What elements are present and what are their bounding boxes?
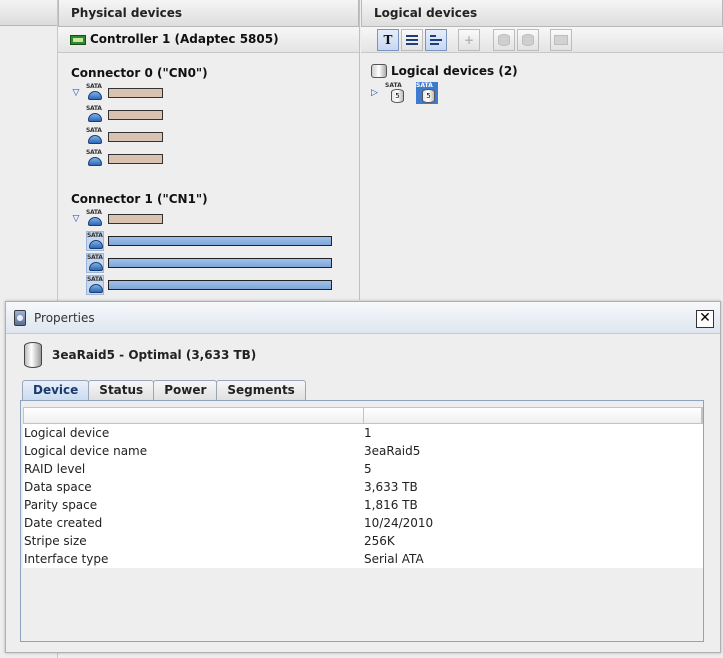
text-view-button[interactable]: T <box>377 29 399 51</box>
delete-logical-device-button[interactable] <box>493 29 515 51</box>
disk-delete-icon <box>498 34 510 46</box>
expand-triangle-icon[interactable]: ▷ <box>371 88 378 98</box>
free-segment-bar[interactable] <box>108 88 163 98</box>
used-segment-bar[interactable] <box>108 280 332 290</box>
segment-view-icon <box>430 35 442 45</box>
free-segment-bar[interactable] <box>108 110 163 120</box>
sata-disk-icon: SATA <box>86 275 104 295</box>
controller-icon <box>70 34 86 45</box>
plus-icon: + <box>463 33 475 47</box>
sata-disk-icon: SATA <box>86 231 104 251</box>
modify-logical-device-button[interactable] <box>517 29 539 51</box>
logical-devices-header: Logical devices <box>361 0 723 27</box>
tab-bar: Device Status Power Segments <box>22 380 306 401</box>
controller-row[interactable]: Controller 1 (Adaptec 5805) <box>58 27 359 53</box>
disk-row[interactable]: SATA <box>86 252 332 274</box>
table-header <box>23 407 703 424</box>
sata-disk-icon: SATA <box>86 105 104 125</box>
device-tab-panel: Logical device 1 Logical device name 3eaRa… <box>20 400 704 642</box>
collapse-triangle-icon[interactable]: ▽ <box>71 88 81 98</box>
controller-label: Controller 1 (Adaptec 5805) <box>90 32 279 46</box>
used-segment-bar[interactable] <box>108 258 332 268</box>
sata-disk-icon: SATA <box>86 209 104 229</box>
disk-modify-icon <box>522 34 534 46</box>
left-panel-header <box>0 0 57 26</box>
free-segment-bar[interactable] <box>108 154 163 164</box>
table-row: Logical device 1 <box>23 424 703 442</box>
table-row: Logical device name 3eaRaid5 <box>23 442 703 460</box>
physical-devices-header: Physical devices <box>58 0 359 27</box>
sata-disk-icon: SATA <box>86 253 104 273</box>
create-logical-device-button[interactable]: + <box>458 29 480 51</box>
logical-devices-group-icon <box>371 64 387 78</box>
column-header-value[interactable] <box>364 408 702 423</box>
column-header-property[interactable] <box>24 408 364 423</box>
table-row: Stripe size 256K <box>23 532 703 550</box>
dialog-titlebar[interactable]: Properties <box>6 302 720 334</box>
disk-row[interactable]: SATA <box>86 230 332 252</box>
connector-0-title: Connector 0 ("CN0") <box>71 66 208 80</box>
table-row: Parity space 1,816 TB <box>23 496 703 514</box>
free-segment-bar[interactable] <box>108 132 163 142</box>
tab-status[interactable]: Status <box>88 380 155 400</box>
dialog-title: Properties <box>34 310 95 325</box>
sata-disk-icon: SATA <box>86 149 104 169</box>
collapse-triangle-icon[interactable]: ▽ <box>71 214 81 224</box>
logical-device-icon[interactable]: SATA 5 <box>385 82 407 104</box>
logical-devices-tree-title[interactable]: Logical devices (2) <box>371 64 518 78</box>
properties-icon <box>12 309 28 326</box>
spare-button[interactable] <box>550 29 572 51</box>
disk-row[interactable]: SATA <box>86 148 163 170</box>
table-row: Interface type Serial ATA <box>23 550 703 568</box>
spare-icon <box>554 35 568 45</box>
disk-row[interactable]: SATA <box>86 104 163 126</box>
properties-dialog: Properties ✕ 3eaRaid5 - Optimal (3,633 T… <box>5 301 721 653</box>
disk-row[interactable]: ▽ SATA <box>71 208 163 230</box>
sata-disk-icon: SATA <box>86 83 104 103</box>
disk-row[interactable]: SATA <box>86 126 163 148</box>
properties-table: Logical device 1 Logical device name 3eaRa… <box>23 407 703 568</box>
used-segment-bar[interactable] <box>108 236 332 246</box>
device-heading: 3eaRaid5 - Optimal (3,633 TB) <box>24 342 256 368</box>
disk-row[interactable]: ▽ SATA <box>71 82 163 104</box>
device-heading-text: 3eaRaid5 - Optimal (3,633 TB) <box>52 348 257 362</box>
connector-1-title: Connector 1 ("CN1") <box>71 192 208 206</box>
tab-device[interactable]: Device <box>22 380 90 401</box>
disk-row[interactable]: SATA <box>86 274 332 296</box>
list-view-button[interactable] <box>401 29 423 51</box>
logical-device-icon-selected[interactable]: SATA 5 <box>416 82 438 104</box>
sata-disk-icon: SATA <box>86 127 104 147</box>
segment-view-button[interactable] <box>425 29 447 51</box>
list-view-icon <box>406 35 418 45</box>
tab-segments[interactable]: Segments <box>216 380 306 400</box>
table-row: RAID level 5 <box>23 460 703 478</box>
table-row: Date created 10/24/2010 <box>23 514 703 532</box>
table-row: Data space 3,633 TB <box>23 478 703 496</box>
tab-power[interactable]: Power <box>153 380 218 400</box>
free-segment-bar[interactable] <box>108 214 163 224</box>
logical-drive-icon <box>24 342 42 368</box>
close-button[interactable]: ✕ <box>696 310 714 328</box>
